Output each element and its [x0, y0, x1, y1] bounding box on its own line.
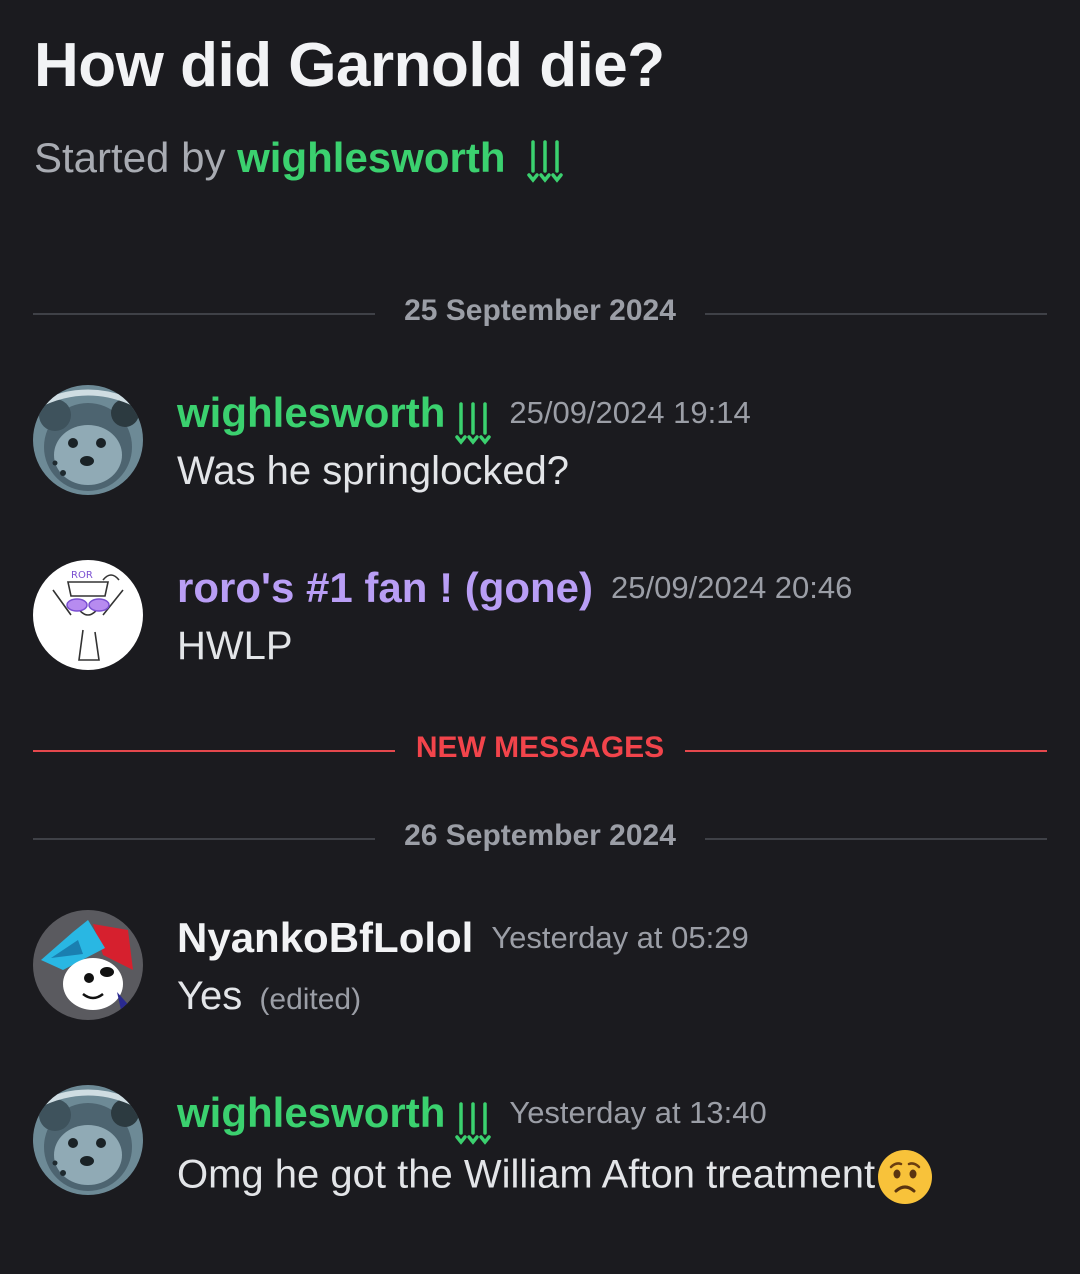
message-timestamp: Yesterday at 13:40	[509, 1095, 767, 1130]
svg-text:ROR: ROR	[71, 570, 93, 581]
divider-line	[685, 750, 1047, 752]
message-text: Yes (edited)	[177, 974, 361, 1019]
message-timestamp: 25/09/2024 20:46	[611, 570, 853, 605]
author-name[interactable]: wighlesworth	[177, 1089, 445, 1136]
avatar[interactable]: ROR	[33, 560, 143, 670]
pitchfork-tag-icon	[455, 402, 492, 445]
avatar[interactable]	[33, 1085, 143, 1195]
message-header: wighlesworth 25/09/2024 19:14	[177, 389, 751, 445]
message[interactable]: wighlesworth 25/09/2024 19:14 Was he spr…	[33, 385, 1047, 505]
avatar[interactable]	[33, 385, 143, 495]
message[interactable]: NyankoBfLolol Yesterday at 05:29 Yes (edi…	[33, 910, 1047, 1030]
date-divider: 25 September 2024	[33, 286, 1047, 342]
author-name[interactable]: NyankoBfLolol	[177, 914, 473, 961]
message[interactable]: wighlesworth Yesterday at 13:40 Omg he g…	[33, 1085, 1047, 1205]
date-divider-label: 25 September 2024	[404, 294, 676, 327]
thread-view: How did Garnold die? Started by wighlesw…	[0, 0, 1080, 1274]
worried-face-emoji-icon	[878, 1150, 933, 1204]
message[interactable]: ROR roro's #1 fan ! (gone) 25/09/2024 20:…	[33, 560, 1047, 680]
date-divider: 26 September 2024	[33, 811, 1047, 867]
bear-avatar-icon	[33, 385, 143, 495]
divider-line	[705, 838, 1047, 840]
message-timestamp: Yesterday at 05:29	[491, 920, 749, 955]
edited-indicator: (edited)	[259, 983, 362, 1016]
avatar[interactable]	[33, 910, 143, 1020]
started-by: Started by wighlesworth	[34, 134, 563, 183]
pitchfork-tag-icon	[527, 140, 563, 183]
message-text: Was he springlocked?	[177, 449, 570, 493]
date-divider-label: 26 September 2024	[404, 819, 676, 852]
message-header: roro's #1 fan ! (gone) 25/09/2024 20:46	[177, 564, 852, 612]
sketch-avatar-icon: ROR	[33, 560, 143, 670]
started-by-label: Started by	[34, 134, 226, 181]
message-content: Yes	[177, 974, 243, 1018]
message-header: wighlesworth Yesterday at 13:40	[177, 1089, 767, 1145]
message-timestamp: 25/09/2024 19:14	[509, 395, 751, 430]
message-content: Omg he got the William Afton treatment	[177, 1152, 876, 1197]
message-header: NyankoBfLolol Yesterday at 05:29	[177, 914, 749, 962]
message-text: HWLP	[177, 624, 293, 668]
divider-line	[705, 313, 1047, 315]
thread-title: How did Garnold die?	[34, 31, 665, 100]
author-name[interactable]: roro's #1 fan ! (gone)	[177, 564, 593, 611]
character-avatar-icon	[33, 910, 143, 1020]
message-text: Omg he got the William Afton treatment	[177, 1149, 933, 1205]
new-messages-label: NEW MESSAGES	[415, 731, 665, 764]
starter-name[interactable]: wighlesworth	[237, 134, 505, 181]
pitchfork-tag-icon	[455, 1102, 492, 1145]
bear-avatar-icon	[33, 1085, 143, 1195]
new-messages-divider: NEW MESSAGES	[33, 723, 1047, 779]
author-name[interactable]: wighlesworth	[177, 389, 445, 436]
